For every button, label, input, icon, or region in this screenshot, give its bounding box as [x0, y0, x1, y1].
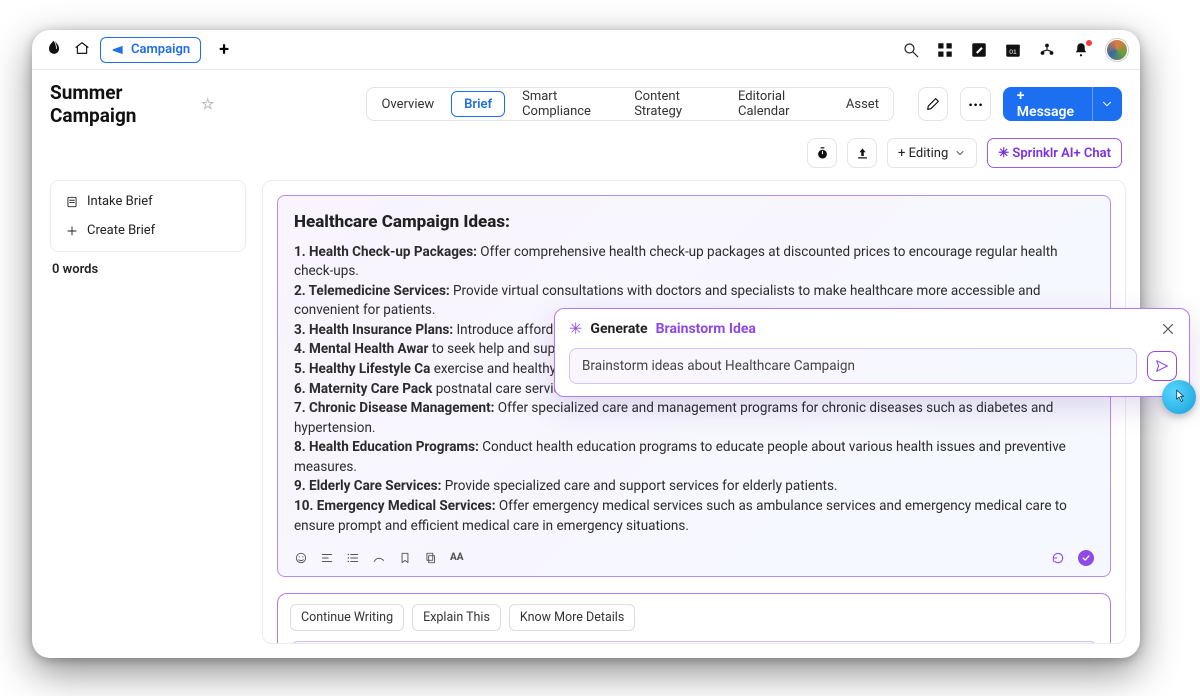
generate-send-button[interactable] [1147, 351, 1177, 381]
bookmark-icon[interactable] [398, 551, 412, 565]
generate-popup-input-row: Brainstorm ideas about Healthcare Campai… [555, 342, 1189, 396]
message-button-group: + Message [1003, 87, 1122, 121]
tab-content-strategy[interactable]: Content Strategy [620, 88, 724, 120]
sidebar-card: Intake Brief Create Brief [50, 180, 246, 252]
main-panel: Healthcare Campaign Ideas: 1. Health Che… [262, 180, 1126, 644]
copy-icon[interactable] [424, 551, 438, 565]
cursor-indicator [1162, 380, 1196, 414]
text-size-icon[interactable]: AA [450, 551, 464, 565]
regenerate-icon[interactable] [1050, 550, 1066, 566]
emoji-icon[interactable] [294, 551, 308, 565]
search-icon[interactable] [902, 41, 920, 59]
word-count: 0 words [50, 262, 246, 277]
tab-brief[interactable]: Brief [451, 91, 505, 117]
followup-input-wrap: ✳ [290, 641, 1098, 644]
page-title-text: Summer Campaign [50, 81, 193, 127]
home-icon[interactable] [74, 40, 90, 60]
editing-label: + Editing [898, 146, 948, 161]
sidebar-item-create-brief[interactable]: Create Brief [55, 216, 241, 245]
chip-explain-this[interactable]: Explain This [412, 604, 501, 631]
timer-icon[interactable] [807, 138, 837, 168]
svg-text:01: 01 [1009, 48, 1017, 55]
message-button[interactable]: + Message [1003, 87, 1092, 121]
nav-tabs: Overview Brief Smart Compliance Content … [366, 87, 894, 121]
list-icon[interactable] [346, 551, 360, 565]
upload-icon[interactable] [847, 138, 877, 168]
followup-chips: Continue Writing Explain This Know More … [290, 604, 1098, 631]
edit-button[interactable] [918, 87, 948, 121]
generated-line-label: 4. Mental Health Awar [294, 341, 428, 357]
topbar-icons: 01 [902, 39, 1128, 61]
tab-overview[interactable]: Overview [367, 88, 448, 120]
workspace-tab-label: Campaign [131, 42, 190, 57]
favorite-star-icon[interactable]: ☆ [201, 95, 214, 113]
generated-toolbar: AA [294, 540, 1094, 566]
tab-asset[interactable]: Asset [832, 88, 893, 120]
ai-chat-label: ✳ Sprinklr AI+ Chat [998, 146, 1111, 161]
generate-popup-title: Generate [590, 321, 647, 337]
generated-line-label: 9. Elderly Care Services: [294, 478, 441, 494]
sidebar-item-label: Create Brief [87, 223, 155, 238]
generated-line-label: 7. Chronic Disease Management: [294, 400, 494, 416]
page-title: Summer Campaign ☆ [50, 81, 214, 127]
tab-editorial-calendar[interactable]: Editorial Calendar [724, 88, 832, 120]
generate-popup-header: ✳ Generate Brainstorm Idea [555, 309, 1189, 342]
avatar[interactable] [1106, 39, 1128, 61]
generated-line-label: 5. Healthy Lifestyle Ca [294, 361, 430, 377]
accept-icon[interactable] [1078, 550, 1094, 566]
more-button[interactable]: ··· [960, 87, 990, 121]
apps-icon[interactable] [936, 41, 954, 59]
generated-line: 10. Emergency Medical Services: Offer em… [294, 497, 1094, 536]
generated-line-label: 2. Telemedicine Services: [294, 283, 450, 299]
sidebar: Intake Brief Create Brief 0 words [46, 180, 246, 644]
generated-title: Healthcare Campaign Ideas: [294, 210, 1094, 235]
top-bar: Campaign + 01 [32, 30, 1140, 70]
calendar-icon[interactable]: 01 [1004, 41, 1022, 59]
generated-line-label: 1. Health Check-up Packages: [294, 244, 477, 260]
workspace-tab-campaign[interactable]: Campaign [100, 37, 201, 63]
notification-dot [1085, 39, 1093, 47]
sidebar-item-intake-brief[interactable]: Intake Brief [55, 187, 241, 216]
generated-line: 8. Health Education Programs: Conduct he… [294, 438, 1094, 477]
new-tab-button[interactable]: + [211, 37, 237, 63]
generate-popup-subtitle: Brainstorm Idea [656, 321, 756, 337]
generated-line-text: Provide specialized care and support ser… [441, 478, 837, 494]
generated-line: 1. Health Check-up Packages: Offer compr… [294, 243, 1094, 282]
ai-chat-button[interactable]: ✳ Sprinklr AI+ Chat [987, 138, 1122, 168]
generated-line-label: 10. Emergency Medical Services: [294, 498, 496, 514]
generate-popup-input[interactable]: Brainstorm ideas about Healthcare Campai… [569, 348, 1137, 384]
chip-know-more[interactable]: Know More Details [509, 604, 635, 631]
tab-smart-compliance[interactable]: Smart Compliance [508, 88, 620, 120]
logo-icon [44, 38, 64, 62]
generated-line-text: exercise and healthy e [430, 361, 566, 377]
org-icon[interactable] [1038, 41, 1056, 59]
followup-box: Continue Writing Explain This Know More … [277, 593, 1111, 644]
close-icon[interactable] [1159, 320, 1177, 338]
message-dropdown[interactable] [1092, 87, 1122, 121]
generated-line: 9. Elderly Care Services: Provide specia… [294, 477, 1094, 497]
body: Intake Brief Create Brief 0 words Health… [32, 168, 1140, 658]
generated-line-label: 3. Health Insurance Plans: [294, 322, 453, 338]
editing-dropdown[interactable]: + Editing [887, 138, 977, 168]
sidebar-item-label: Intake Brief [87, 194, 153, 209]
action-row: + Editing ✳ Sprinklr AI+ Chat [32, 126, 1140, 168]
generated-line: 7. Chronic Disease Management: Offer spe… [294, 399, 1094, 438]
generated-line-label: 6. Maternity Care Pack [294, 381, 432, 397]
align-icon[interactable] [320, 551, 334, 565]
generate-popup: ✳ Generate Brainstorm Idea Brainstorm id… [554, 308, 1190, 397]
compose-icon[interactable] [970, 41, 988, 59]
generated-line-text: to seek help and suppo [428, 341, 570, 357]
sparkle-icon: ✳ [569, 319, 582, 338]
draw-icon[interactable] [372, 551, 386, 565]
bell-icon[interactable] [1072, 41, 1090, 59]
generated-line-label: 8. Health Education Programs: [294, 439, 479, 455]
page-header: Summer Campaign ☆ Overview Brief Smart C… [32, 70, 1140, 126]
chip-continue-writing[interactable]: Continue Writing [290, 604, 404, 631]
